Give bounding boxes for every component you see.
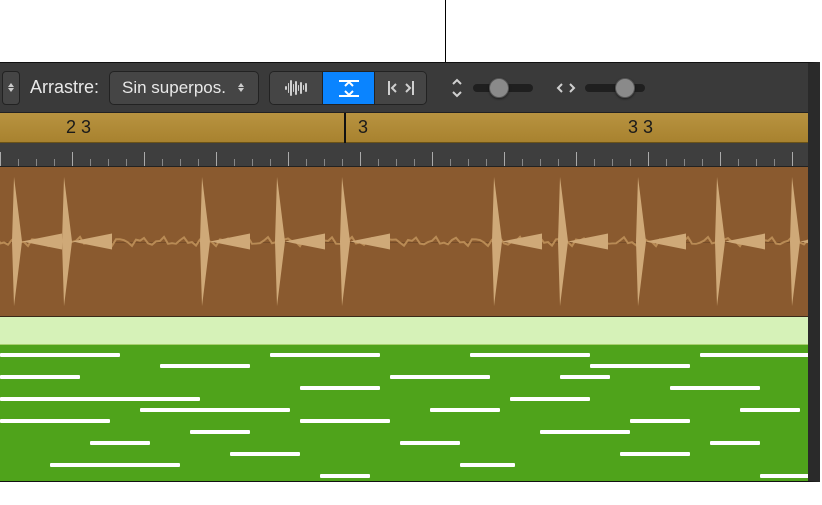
waveform-icon [284,80,308,96]
beat-ruler[interactable] [0,143,808,167]
ruler-label: 2 3 [66,117,91,138]
midi-note[interactable] [400,441,460,445]
horizontal-zoom-slider[interactable] [585,84,645,92]
tool-select-dropdown[interactable] [2,71,20,105]
bar-ruler[interactable]: 2 3 3 3 3 [0,113,808,143]
slider-knob[interactable] [489,78,509,98]
drag-mode-dropdown[interactable]: Sin superpos. [109,71,259,105]
midi-note[interactable] [670,386,760,390]
midi-note[interactable] [710,441,760,445]
midi-region-header[interactable] [0,317,808,345]
chevron-updown-icon [8,83,14,92]
midi-note[interactable] [470,353,590,357]
audio-track-region[interactable] [0,167,808,317]
midi-note[interactable] [270,353,380,357]
midi-note[interactable] [740,408,800,412]
midi-note[interactable] [510,397,590,401]
midi-note[interactable] [460,463,515,467]
callout-line [445,0,446,62]
midi-note[interactable] [430,408,500,412]
vertical-zoom-slider[interactable] [473,84,533,92]
waveform-mode-button[interactable] [270,72,322,104]
horizontal-fit-icon [386,79,416,97]
midi-note-area[interactable] [0,345,808,482]
timeline-panel: Arrastre: Sin superpos. [0,62,820,482]
horizontal-zoom-mode-button[interactable] [374,72,426,104]
midi-note[interactable] [0,397,200,401]
midi-note[interactable] [700,353,810,357]
midi-note[interactable] [90,441,150,445]
midi-note[interactable] [620,452,690,456]
drag-label: Arrastre: [30,77,99,98]
midi-note[interactable] [140,408,290,412]
midi-track-region[interactable] [0,317,808,482]
midi-note[interactable] [590,364,690,368]
midi-note[interactable] [300,386,380,390]
midi-note[interactable] [390,375,490,379]
midi-note[interactable] [540,430,630,434]
chevron-updown-icon [238,83,244,92]
vertical-zoom-icon [449,78,465,98]
vertical-auto-zoom-icon [336,77,362,99]
midi-note[interactable] [230,452,300,456]
slider-knob[interactable] [615,78,635,98]
midi-note[interactable] [760,474,810,478]
midi-note[interactable] [160,364,250,368]
zoom-button-group [269,71,427,105]
toolbar: Arrastre: Sin superpos. [0,63,808,113]
midi-note[interactable] [190,430,250,434]
vertical-zoom-mode-button[interactable] [322,72,374,104]
midi-note[interactable] [300,419,390,423]
ruler-label: 3 3 [628,117,653,138]
midi-note[interactable] [0,353,120,357]
midi-note[interactable] [50,463,180,467]
horizontal-zoom-slider-group [555,81,645,95]
midi-note[interactable] [0,419,110,423]
midi-note[interactable] [320,474,370,478]
ruler-label: 3 [358,117,368,138]
midi-note[interactable] [630,419,690,423]
midi-note[interactable] [0,375,80,379]
midi-note[interactable] [560,375,610,379]
vertical-zoom-slider-group [449,78,533,98]
playhead[interactable] [344,113,346,143]
waveform-graphic [0,167,808,316]
horizontal-zoom-icon [555,81,577,95]
drag-mode-value: Sin superpos. [122,78,226,98]
